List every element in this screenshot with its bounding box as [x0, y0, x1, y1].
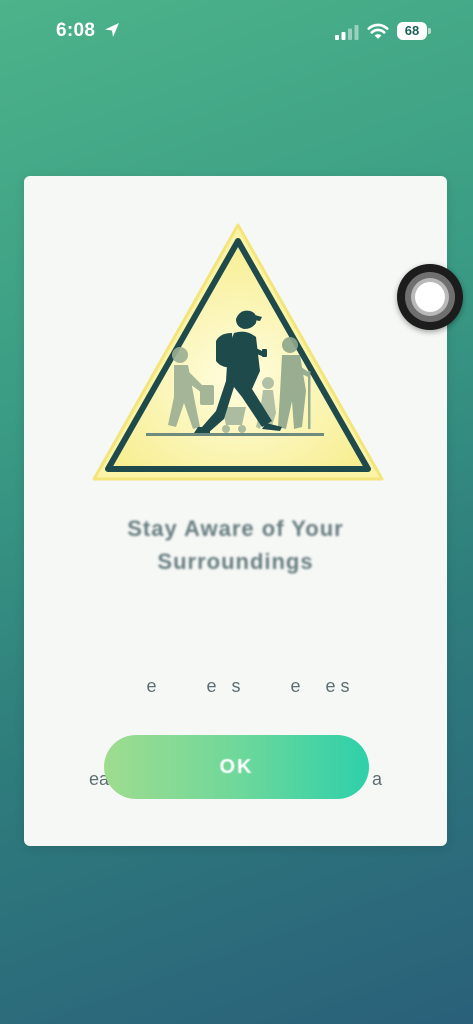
location-arrow-icon — [105, 23, 119, 37]
wifi-icon — [367, 23, 389, 39]
card-title-line: Stay Aware of Your — [127, 516, 344, 541]
card-title: Stay Aware of Your Surroundings — [64, 512, 407, 578]
battery-icon: 68 — [397, 22, 431, 40]
battery-level: 68 — [397, 22, 427, 40]
status-time: 6:08 — [56, 20, 96, 41]
status-bar: 6:08 68 — [0, 0, 473, 62]
safety-card: Stay Aware of Your Surroundings e e s e … — [24, 176, 447, 846]
pedestrian-crossing-warning-sign — [92, 223, 384, 481]
confirm-button[interactable]: OK — [104, 735, 369, 799]
card-title-line: Surroundings — [157, 549, 314, 574]
confirm-button-label: OK — [219, 756, 254, 778]
assistive-touch-icon[interactable] — [397, 264, 463, 330]
assistive-touch-core — [415, 282, 445, 312]
card-description: e e s e e s ea es as a — [54, 609, 417, 857]
card-description-line: e e s e e s — [121, 676, 350, 696]
cellular-signal-icon — [335, 25, 359, 40]
battery-tip — [428, 28, 431, 34]
